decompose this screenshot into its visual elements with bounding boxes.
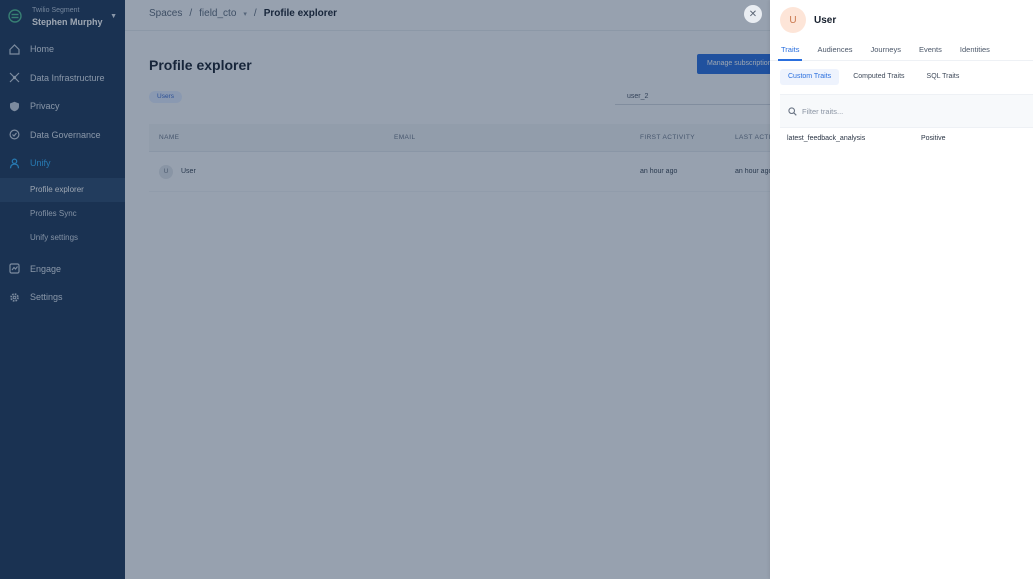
trait-row: latest_feedback_analysis Positive: [770, 128, 1033, 148]
tab-journeys[interactable]: Journeys: [868, 41, 904, 61]
filter-traits-input[interactable]: [802, 106, 1002, 116]
subtab-computed-traits[interactable]: Computed Traits: [845, 69, 912, 85]
tab-traits[interactable]: Traits: [778, 41, 803, 61]
tab-events[interactable]: Events: [916, 41, 945, 61]
drawer-tabs: Traits Audiences Journeys Events Identit…: [770, 41, 1033, 61]
modal-backdrop[interactable]: [0, 0, 770, 579]
profile-name: User: [814, 14, 837, 26]
trait-value: Positive: [921, 134, 946, 142]
close-icon[interactable]: ✕: [744, 5, 762, 23]
tab-audiences[interactable]: Audiences: [814, 41, 855, 61]
profile-drawer: U User Traits Audiences Journeys Events …: [770, 0, 1033, 579]
subtab-sql-traits[interactable]: SQL Traits: [919, 69, 968, 85]
trait-key: latest_feedback_analysis: [787, 134, 866, 142]
drawer-header: U User: [770, 0, 1033, 40]
tab-identities[interactable]: Identities: [957, 41, 993, 61]
filter-traits-bar: [780, 94, 1033, 128]
subtab-custom-traits[interactable]: Custom Traits: [780, 69, 840, 85]
avatar: U: [780, 7, 806, 33]
search-icon: [788, 106, 797, 116]
trait-type-tabs: Custom Traits Computed Traits SQL Traits: [770, 64, 1033, 90]
